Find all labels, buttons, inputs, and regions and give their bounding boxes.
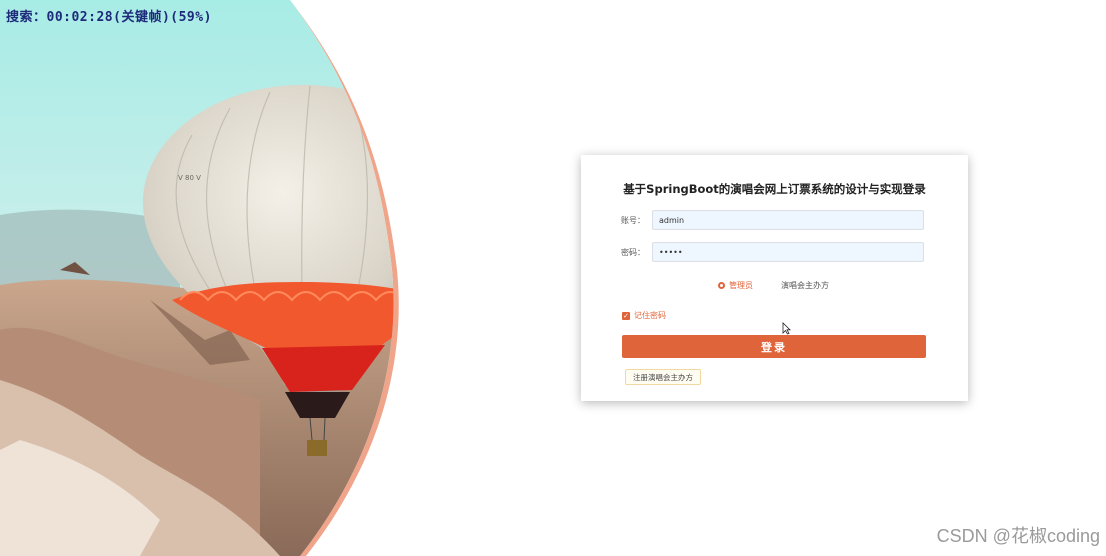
username-label: 账号： <box>621 216 645 225</box>
register-organizer-button[interactable]: 注册演唱会主办方 <box>625 369 701 385</box>
mouse-cursor-icon <box>782 322 791 335</box>
username-input[interactable] <box>652 210 924 230</box>
remember-password-checkbox[interactable]: ✓ 记住密码 <box>622 310 666 321</box>
radio-selected-icon <box>718 282 725 289</box>
role-radio-organizer[interactable]: 演唱会主办方 <box>781 280 829 291</box>
login-button[interactable]: 登录 <box>622 335 926 358</box>
balloon-marking: V 80 V <box>178 174 201 182</box>
role-label-organizer: 演唱会主办方 <box>781 281 829 290</box>
role-radio-admin[interactable]: 管理员 <box>718 280 753 291</box>
password-label: 密码： <box>621 248 645 257</box>
recording-status: 搜索：00:02:28(关键帧)(59%) <box>6 10 212 25</box>
checkbox-checked-icon: ✓ <box>622 311 630 320</box>
role-label-admin: 管理员 <box>729 281 753 290</box>
login-title: 基于SpringBoot的演唱会网上订票系统的设计与实现登录 <box>623 182 926 196</box>
remember-password-label: 记住密码 <box>634 311 666 320</box>
watermark: CSDN @花椒coding <box>936 526 1100 546</box>
hero-image: V 80 V 搜索：00:02:28(关键帧)(59%) <box>0 0 420 556</box>
password-input[interactable] <box>652 242 924 262</box>
hot-air-balloon-illustration: V 80 V <box>0 0 399 556</box>
login-card: 基于SpringBoot的演唱会网上订票系统的设计与实现登录 账号： 密码： 管… <box>581 155 968 401</box>
